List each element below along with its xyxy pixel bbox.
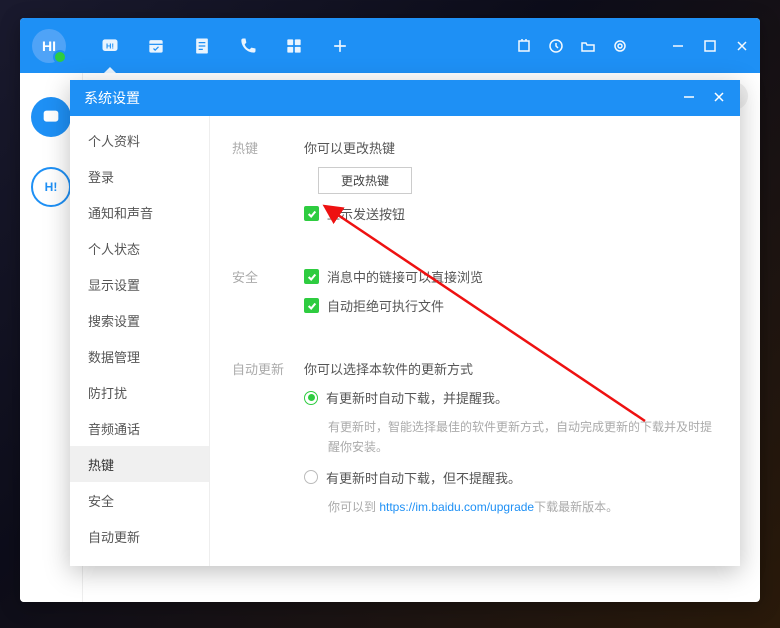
section-security: 安全 消息中的链接可以直接浏览 自动拒绝可执行文件 xyxy=(232,267,714,325)
avatar-text: HI xyxy=(42,38,56,54)
maximize-icon[interactable] xyxy=(702,38,718,54)
checkbox-link-preview[interactable] xyxy=(304,269,319,284)
folder-icon[interactable] xyxy=(580,38,596,54)
sidebar-item-login[interactable]: 登录 xyxy=(70,158,209,194)
radio-label: 有更新时自动下载，但不提醒我。 xyxy=(326,468,521,487)
dialog-titlebar: 系统设置 xyxy=(70,80,740,116)
add-icon[interactable] xyxy=(330,36,350,56)
section-update: 自动更新 你可以选择本软件的更新方式 有更新时自动下载，并提醒我。 有更新时，智… xyxy=(232,359,714,517)
contact-avatar[interactable]: H! xyxy=(31,167,71,207)
settings-content: 热键 你可以更改热键 更改热键 显示发送按钮 安全 xyxy=(210,116,740,566)
sidebar-item-update[interactable]: 自动更新 xyxy=(70,518,209,554)
sidebar-item-data[interactable]: 数据管理 xyxy=(70,338,209,374)
settings-dialog: 系统设置 个人资料 登录 通知和声音 个人状态 显示设置 搜索设置 数据管理 防… xyxy=(70,80,740,566)
section-label: 安全 xyxy=(232,267,304,325)
sidebar-item-notify[interactable]: 通知和声音 xyxy=(70,194,209,230)
section-hotkey: 热键 你可以更改热键 更改热键 显示发送按钮 xyxy=(232,138,714,233)
user-avatar[interactable]: HI xyxy=(32,29,66,63)
update-opt2-desc: 你可以到 https://im.baidu.com/upgrade下载最新版本。 xyxy=(328,497,714,517)
upgrade-link[interactable]: https://im.baidu.com/upgrade xyxy=(379,500,534,514)
chat-tab-icon[interactable]: H! xyxy=(100,36,120,56)
settings-sidebar: 个人资料 登录 通知和声音 个人状态 显示设置 搜索设置 数据管理 防打扰 音频… xyxy=(70,116,210,566)
main-nav: H! xyxy=(100,36,350,56)
main-titlebar: HI H! xyxy=(20,18,760,73)
window-controls xyxy=(516,18,750,73)
sidebar-item-status[interactable]: 个人状态 xyxy=(70,230,209,266)
phone-icon[interactable] xyxy=(238,36,258,56)
apps-icon[interactable] xyxy=(284,36,304,56)
update-opt1-desc: 有更新时，智能选择最佳的软件更新方式，自动完成更新的下载并及时提醒你安装。 xyxy=(328,417,714,458)
dialog-close-icon[interactable] xyxy=(712,90,726,107)
sidebar-item-audio[interactable]: 音频通话 xyxy=(70,410,209,446)
checkbox-reject-exe[interactable] xyxy=(304,298,319,313)
section-label: 自动更新 xyxy=(232,359,304,517)
update-hint: 你可以选择本软件的更新方式 xyxy=(304,359,714,378)
radio-label: 有更新时自动下载，并提醒我。 xyxy=(326,388,508,407)
history-icon[interactable] xyxy=(548,38,564,54)
gear-icon[interactable] xyxy=(612,38,628,54)
sidebar-item-hotkey[interactable]: 热键 xyxy=(70,446,209,482)
sidebar-item-search[interactable]: 搜索设置 xyxy=(70,302,209,338)
dialog-minimize-icon[interactable] xyxy=(682,90,696,107)
contact-avatar[interactable] xyxy=(31,97,71,137)
radio-update-remind[interactable] xyxy=(304,391,318,405)
pin-icon[interactable] xyxy=(516,38,532,54)
svg-text:H!: H! xyxy=(106,41,114,50)
checkbox-label: 自动拒绝可执行文件 xyxy=(327,296,444,315)
sidebar-item-display[interactable]: 显示设置 xyxy=(70,266,209,302)
radio-update-silent[interactable] xyxy=(304,470,318,484)
close-icon[interactable] xyxy=(734,38,750,54)
notes-icon[interactable] xyxy=(192,36,212,56)
hotkey-hint: 你可以更改热键 xyxy=(304,138,714,157)
dialog-title: 系统设置 xyxy=(84,88,140,108)
change-hotkey-button[interactable]: 更改热键 xyxy=(318,167,412,194)
checkbox-label: 显示发送按钮 xyxy=(327,204,405,223)
calendar-icon[interactable] xyxy=(146,36,166,56)
sidebar-item-security[interactable]: 安全 xyxy=(70,482,209,518)
minimize-icon[interactable] xyxy=(670,38,686,54)
sidebar-item-dnd[interactable]: 防打扰 xyxy=(70,374,209,410)
checkbox-label: 消息中的链接可以直接浏览 xyxy=(327,267,483,286)
sidebar-item-profile[interactable]: 个人资料 xyxy=(70,122,209,158)
checkbox-show-send[interactable] xyxy=(304,206,319,221)
section-label: 热键 xyxy=(232,138,304,233)
